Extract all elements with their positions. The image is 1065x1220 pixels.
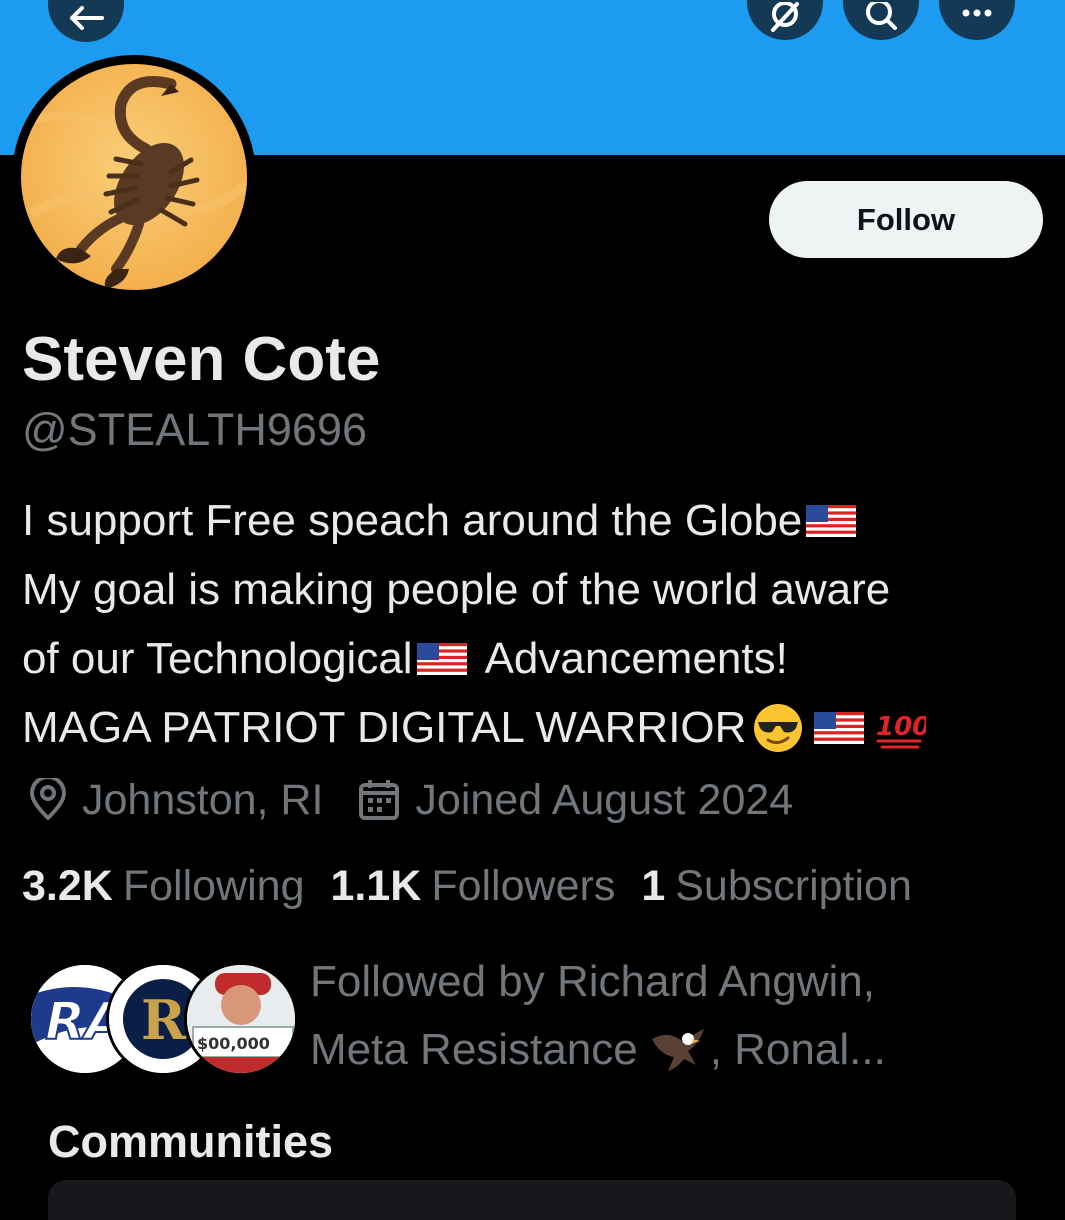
profile-stats: 3.2K Following 1.1K Followers 1 Subscrip… [22,856,938,916]
scorpion-avatar-image [21,64,247,290]
back-arrow-icon [70,6,104,30]
followed-by-text[interactable]: Followed by Richard Angwin, Meta Resista… [310,948,886,1084]
followers-count: 1.1K [330,862,422,910]
profile-handle: @STEALTH9696 [22,404,367,455]
bio-text: of our Technological [22,634,413,683]
sunglasses-emoji [754,703,803,752]
followers-label: Followers [431,862,616,910]
bio-line: MAGA PATRIOT DIGITAL WARRIOR 100 [22,693,1062,762]
profile-avatar-ring [12,55,256,299]
follower-avatar: $00,000 [184,962,298,1076]
calendar-icon [357,778,401,822]
followers-stat[interactable]: 1.1K Followers [330,856,641,916]
followed-by-name: Meta Resistance [310,1025,638,1074]
following-stat[interactable]: 3.2K Following [22,856,330,916]
search-icon [866,2,897,30]
bio-line: My goal is making people of the world aw… [22,555,1062,624]
followed-by-more: , Ronal... [709,1025,886,1074]
followed-by-avatars[interactable]: RA R $00,000 [28,962,298,1076]
community-card[interactable] [48,1180,1016,1220]
profile-joined-date: Joined August 2024 [415,776,794,824]
svg-text:100: 100 [876,712,926,742]
following-count: 3.2K [22,862,113,910]
location-pin-icon [28,778,68,822]
eagle-emoji [651,1029,704,1071]
subscription-label: Subscription [675,862,912,910]
bio-line: of our Technological Advancements! [22,624,1062,693]
more-icon [962,9,992,17]
svg-text:R: R [141,988,187,1052]
us-flag-emoji [416,642,467,675]
profile-bio: I support Free speach around the Globe M… [22,486,1062,762]
grok-icon [771,2,799,32]
subscription-count: 1 [641,862,666,910]
us-flag-emoji [806,504,857,537]
follow-button[interactable]: Follow [769,181,1043,258]
followed-by-line: Meta Resistance , Ronal... [310,1016,886,1084]
profile-meta: Johnston, RI Joined August 2024 [28,770,793,830]
bio-text: My goal is making people of the world aw… [22,565,891,614]
communities-heading: Communities [48,1116,334,1167]
bio-text: MAGA PATRIOT DIGITAL WARRIOR [22,703,747,752]
hundred-points-emoji: 100 [876,712,926,748]
bio-text: I support Free speach around the Globe [22,496,803,545]
followed-by-line: Followed by Richard Angwin, [310,957,875,1006]
profile-location: Johnston, RI [82,776,324,824]
profile-avatar[interactable] [21,64,247,290]
bio-text: Advancements! [484,634,788,683]
display-name: Steven Cote [22,325,381,394]
us-flag-emoji [814,711,865,744]
following-label: Following [122,862,305,910]
bio-line: I support Free speach around the Globe [22,486,1062,555]
svg-text:$00,000: $00,000 [197,1034,270,1053]
subscription-stat[interactable]: 1 Subscription [641,856,938,916]
